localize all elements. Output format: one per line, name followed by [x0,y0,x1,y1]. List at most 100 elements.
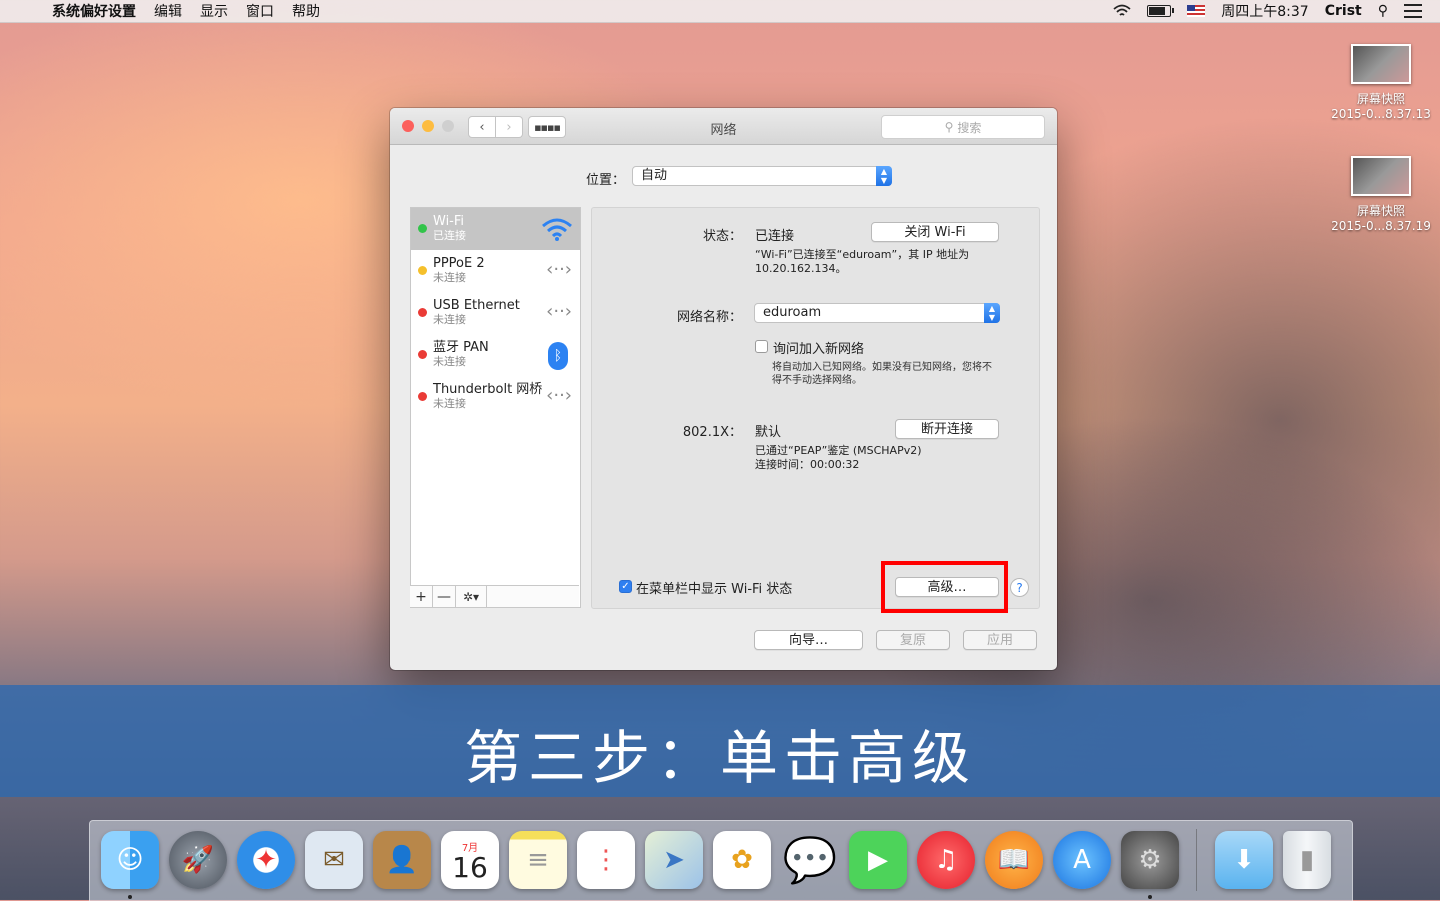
finder-icon[interactable]: ☺ [101,831,159,889]
calendar-icon[interactable]: 7月 16 [441,831,499,889]
status-dot [418,350,427,359]
service-toolbar: + — ✲▾ [410,585,579,607]
menubar-clock[interactable]: 周四上午8:37 [1221,1,1308,21]
location-label: 位置： [586,173,626,188]
ethernet-icon: ‹··› [546,259,572,280]
itunes-icon[interactable]: ♫ [917,831,975,889]
add-service-button[interactable]: + [410,586,433,607]
search-icon: ⚲ [944,120,954,134]
tutorial-caption-band: 第三步：单击高级 [0,685,1440,797]
dot1x-value: 默认 [755,425,782,440]
bluetooth-icon: ᛒ [548,342,568,370]
location-select[interactable]: 自动 ▲ ▼ [632,166,892,186]
select-arrows-icon: ▲ ▼ [876,166,892,186]
screenshot-thumbnail-icon [1351,156,1411,196]
safari-icon[interactable]: ✦ [237,831,295,889]
status-description-line1: “Wi-Fi”已连接至“eduroam”，其 IP 地址为 [755,248,970,261]
menu-help[interactable]: 帮助 [292,1,320,21]
maps-icon[interactable]: ➤ [645,831,703,889]
notification-center-icon[interactable] [1404,4,1422,18]
show-menubar-checkbox[interactable]: ✓ [619,580,632,593]
revert-button[interactable]: 复原 [876,630,950,650]
status-dot [418,266,427,275]
ibooks-icon[interactable]: 📖 [985,831,1043,889]
service-item-wifi[interactable]: Wi-Fi 已连接 [411,208,580,250]
menu-view[interactable]: 显示 [200,1,228,21]
service-item-pppoe[interactable]: PPPoE 2 未连接 ‹··› [411,250,580,292]
remove-service-button[interactable]: — [433,586,456,607]
dot1x-description-line1: 已通过“PEAP”鉴定 (MSCHAPv2) [755,444,922,457]
ask-join-label: 询问加入新网络 [773,342,865,357]
menu-app-name[interactable]: 系统偏好设置 [52,1,136,21]
desktop-file-date: 2015-0...8.37.13 [1331,107,1431,121]
wifi-status-icon[interactable] [1113,4,1131,18]
ask-join-description-line1: 将自动加入已知网络。如果没有已知网络，您将不 [772,362,992,373]
status-description-line2: 10.20.162.134。 [755,262,847,275]
dock-separator [1196,829,1197,891]
service-item-thunderbolt-bridge[interactable]: Thunderbolt 网桥 未连接 ‹··› [411,376,580,418]
desktop-file-name: 屏幕快照 [1356,92,1405,106]
facetime-icon[interactable]: ▶ [849,831,907,889]
ethernet-icon: ‹··› [546,385,572,406]
trash-icon[interactable]: ▮ [1283,831,1331,889]
ethernet-icon: ‹··› [546,301,572,322]
select-arrows-icon: ▲ ▼ [984,303,1000,323]
service-item-bluetooth-pan[interactable]: 蓝牙 PAN 未连接 ᛒ [411,334,580,376]
messages-icon[interactable]: 💬 [781,831,839,889]
assist-me-button[interactable]: 向导… [754,630,863,650]
help-button[interactable]: ? [1010,578,1029,597]
status-value: 已连接 [755,229,795,244]
menu-bar: 系统偏好设置 编辑 显示 窗口 帮助 周四上午8:37 Crist ⚲ [0,0,1440,23]
input-source-flag-icon[interactable] [1187,5,1206,17]
apply-button[interactable]: 应用 [963,630,1037,650]
screenshot-thumbnail-icon [1351,44,1411,84]
mail-icon[interactable]: ✉ [305,831,363,889]
menu-window[interactable]: 窗口 [246,1,274,21]
desktop-file[interactable]: 屏幕快照 2015-0...8.37.19 [1326,156,1436,233]
title-bar[interactable]: ‹ › ▪▪▪▪ 网络 ⚲ 搜索 [390,108,1057,145]
dot1x-label: 802.1X： [682,425,742,440]
network-name-select[interactable]: eduroam ▲ ▼ [754,303,1000,323]
network-name-value: eduroam [763,305,822,320]
desktop-file-date: 2015-0...8.37.19 [1331,219,1431,233]
running-indicator [128,895,132,899]
photos-icon[interactable]: ✿ [713,831,771,889]
menubar-user[interactable]: Crist [1325,3,1362,19]
status-dot [418,308,427,317]
status-dot [418,224,427,233]
spotlight-search-icon[interactable]: ⚲ [1378,3,1388,19]
tutorial-caption: 第三步：单击高级 [463,724,976,792]
turn-off-wifi-button[interactable]: 关闭 Wi-Fi [871,222,999,242]
system-preferences-icon[interactable]: ⚙ [1121,831,1179,889]
running-indicator [1148,895,1152,899]
wifi-detail-pane: 状态： 已连接 关闭 Wi-Fi “Wi-Fi”已连接至“eduroam”，其 … [591,207,1040,609]
highlight-box [881,561,1008,613]
dock: ☺ 🚀 ✦ ✉ 👤 7月 16 ≡ ⋮ ➤ ✿ 💬 ▶ ♫ 📖 A ⚙ ⬇ ▮ [89,820,1353,901]
network-name-label: 网络名称： [676,310,742,325]
ask-join-description-line2: 得不手动选择网络。 [772,375,862,386]
service-list: Wi-Fi 已连接 PPPoE 2 未连接 ‹··› USB Ethernet … [410,207,581,608]
battery-icon[interactable] [1147,5,1175,17]
calendar-day: 16 [452,850,488,884]
notes-icon[interactable]: ≡ [509,831,567,889]
location-value: 自动 [641,168,668,183]
status-label: 状态： [702,229,742,244]
dot1x-description-line2: 连接时间：00:00:32 [755,458,860,471]
ask-join-checkbox[interactable] [755,340,768,353]
menu-edit[interactable]: 编辑 [154,1,182,21]
desktop-file-name: 屏幕快照 [1356,204,1405,218]
gear-menu-icon[interactable]: ✲▾ [456,586,487,607]
service-item-usb-ethernet[interactable]: USB Ethernet 未连接 ‹··› [411,292,580,334]
network-preferences-window: ‹ › ▪▪▪▪ 网络 ⚲ 搜索 位置： 自动 ▲ ▼ Wi-Fi 已连接 PP… [390,108,1057,670]
contacts-icon[interactable]: 👤 [373,831,431,889]
downloads-folder-icon[interactable]: ⬇ [1215,831,1273,889]
show-menubar-label: 在菜单栏中显示 Wi-Fi 状态 [636,582,793,597]
reminders-icon[interactable]: ⋮ [577,831,635,889]
app-store-icon[interactable]: A [1053,831,1111,889]
search-placeholder: 搜索 [957,120,982,135]
search-input[interactable]: ⚲ 搜索 [881,115,1045,139]
disconnect-button[interactable]: 断开连接 [895,419,999,439]
apple-menu-icon[interactable] [18,2,36,20]
launchpad-icon[interactable]: 🚀 [169,831,227,889]
desktop-file[interactable]: 屏幕快照 2015-0...8.37.13 [1326,44,1436,121]
